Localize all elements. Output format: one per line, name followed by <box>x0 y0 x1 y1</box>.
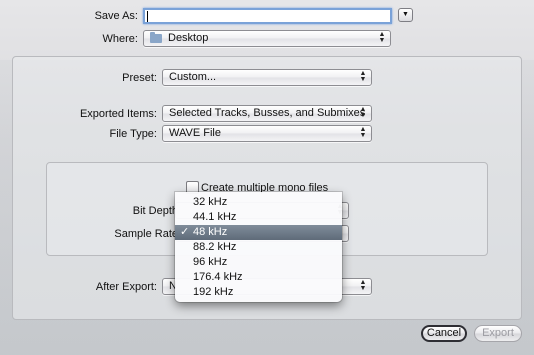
text-caret <box>147 11 148 22</box>
where-popup[interactable]: Desktop ▲ ▼ <box>143 30 391 47</box>
after-export-label: After Export: <box>95 281 157 293</box>
sample-rate-option[interactable]: 96 kHz <box>175 255 342 270</box>
exported-items-popup[interactable]: Selected Tracks, Busses, and Submixes ▲ ▼ <box>162 105 372 122</box>
sample-rate-option-label: 44.1 kHz <box>193 211 237 223</box>
sample-rate-option[interactable]: 176.4 kHz <box>175 270 342 285</box>
exported-items-value: Selected Tracks, Busses, and Submixes <box>169 107 366 119</box>
where-label: Where: <box>102 33 138 45</box>
folder-icon <box>150 32 162 43</box>
updown-arrows-icon: ▲▼ <box>359 70 367 83</box>
export-button[interactable]: Export <box>474 325 522 342</box>
bit-depth-label: Bit Depth <box>132 205 178 217</box>
preset-label: Preset: <box>122 72 157 84</box>
exported-items-label: Exported Items: <box>79 108 157 120</box>
updown-arrows-icon: ▲▼ <box>378 31 386 44</box>
save-as-input[interactable] <box>143 8 392 24</box>
save-as-label: Save As: <box>94 10 138 22</box>
sample-rate-option-label: 96 kHz <box>193 256 228 268</box>
cancel-button[interactable]: Cancel <box>421 325 467 342</box>
sample-rate-option-label: 176.4 kHz <box>193 271 243 283</box>
expand-dialog-button[interactable]: ▼ <box>398 8 413 22</box>
sample-rate-option-label: 32 kHz <box>193 196 228 208</box>
updown-arrows-icon: ▲▼ <box>359 279 367 292</box>
checkmark-icon: ✓ <box>180 226 190 238</box>
sample-rate-option[interactable]: ✓ 48 kHz <box>175 225 342 240</box>
sample-rate-option-label: 48 kHz <box>193 226 228 238</box>
sample-rate-menu: 32 kHz 44.1 kHz ✓ 48 kHz 88.2 kHz 96 kHz 176.4… <box>175 192 342 302</box>
updown-arrows-icon: ▲▼ <box>359 106 367 119</box>
sample-rate-option-label: 88.2 kHz <box>193 241 237 253</box>
file-type-popup[interactable]: WAVE File ▲ ▼ <box>162 125 372 142</box>
sample-rate-option[interactable]: 192 kHz <box>175 285 342 300</box>
preset-popup[interactable]: Custom... ▲ ▼ <box>162 69 372 86</box>
file-type-label: File Type: <box>109 128 158 140</box>
preset-value: Custom... <box>169 71 217 83</box>
sample-rate-option[interactable]: 44.1 kHz <box>175 210 342 225</box>
sample-rate-option[interactable]: 32 kHz <box>175 195 342 210</box>
where-value: Desktop <box>168 32 209 44</box>
updown-arrows-icon: ▲▼ <box>359 126 367 139</box>
sample-rate-option-label: 192 kHz <box>193 286 234 298</box>
disclosure-triangle-icon: ▼ <box>402 11 409 18</box>
file-type-value: WAVE File <box>169 127 221 139</box>
sample-rate-label: Sample Rate <box>114 228 178 240</box>
sample-rate-option[interactable]: 88.2 kHz <box>175 240 342 255</box>
